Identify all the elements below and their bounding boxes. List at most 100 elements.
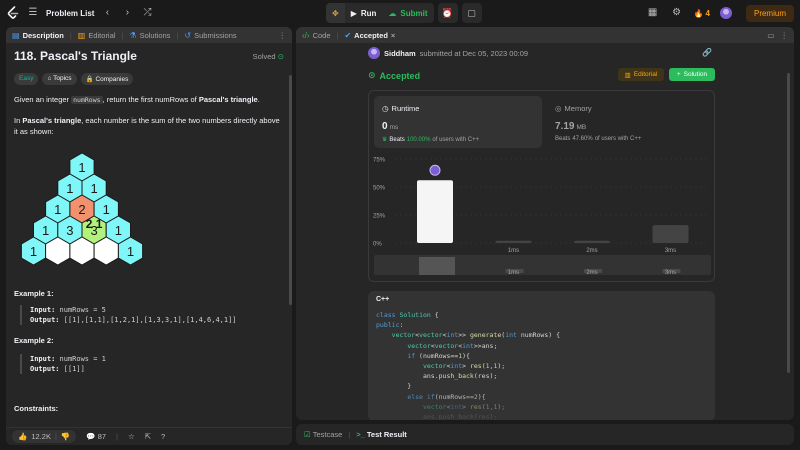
chart-bar[interactable] bbox=[574, 240, 610, 243]
like-dislike-group: 👍 12.2K | 👎 bbox=[12, 430, 77, 443]
example-1-title: Example 1: bbox=[14, 289, 54, 298]
tab-submissions[interactable]: ↺ Submissions bbox=[184, 27, 236, 43]
next-problem-icon[interactable]: › bbox=[120, 6, 134, 20]
memory-value: 7.19 MB bbox=[555, 121, 587, 132]
code-line: vector<vector<int>> generate(int numRows… bbox=[391, 331, 560, 340]
post-solution-button[interactable]: + Solution bbox=[669, 68, 715, 81]
top-bar: ☰ Problem List ‹ › ⤮ ✥ ▶ Run ☁ Submit ⏰ ▢ … bbox=[0, 0, 800, 26]
chart-bar[interactable] bbox=[495, 240, 532, 243]
star-icon[interactable]: ☆ bbox=[128, 432, 135, 441]
run-submit-group: ✥ ▶ Run ☁ Submit bbox=[326, 3, 434, 23]
problem-list-link[interactable]: Problem List bbox=[46, 9, 94, 18]
tab-accepted[interactable]: ✔ Accepted × bbox=[344, 27, 395, 43]
lock-icon: 🔒 bbox=[85, 76, 94, 83]
notes-button[interactable]: ▢ bbox=[461, 3, 482, 23]
history-icon: ↺ bbox=[184, 30, 192, 40]
pascal-triangle-illustration: 11 11 2 11 3 3 11 12 1 bbox=[20, 152, 144, 266]
tab-description[interactable]: ▤ Description bbox=[12, 27, 64, 43]
panel-menu-icon[interactable]: ⋮ bbox=[279, 31, 287, 40]
problem-list-icon[interactable]: ☰ bbox=[26, 6, 40, 20]
comment-icon: 💬 bbox=[86, 432, 96, 441]
submission-header: Siddham submitted at Dec 05, 2023 00:09 bbox=[368, 47, 528, 59]
chart-bar[interactable] bbox=[652, 225, 689, 243]
tab-solutions[interactable]: ⚗ Solutions bbox=[129, 27, 170, 43]
check-circle-icon: ⊙ bbox=[277, 52, 284, 61]
left-scrollbar[interactable] bbox=[289, 75, 292, 305]
streak-counter[interactable]: 🔥 4 bbox=[694, 9, 710, 18]
example-2-block: Input: numRows = 1 Output: [[1]] bbox=[20, 354, 106, 374]
companies-tag[interactable]: 🔒 Companies bbox=[80, 73, 134, 85]
triangle-value: 1 bbox=[42, 223, 49, 238]
terminal-icon: >_ bbox=[356, 430, 365, 439]
right-scrollbar[interactable] bbox=[787, 73, 790, 373]
settings-gear-icon[interactable]: ⚙ bbox=[670, 6, 684, 20]
document-icon: ▤ bbox=[12, 30, 20, 40]
shuffle-icon[interactable]: ⤮ bbox=[140, 6, 154, 20]
x-tick-label: 3ms bbox=[665, 248, 676, 254]
help-icon[interactable]: ? bbox=[161, 432, 165, 441]
run-button[interactable]: ▶ Run bbox=[345, 3, 383, 23]
checkbox-icon: ☑ bbox=[304, 430, 311, 439]
triangle-value: 2 bbox=[78, 202, 85, 217]
code-line: vector<int> res(1,1); bbox=[422, 362, 506, 371]
triangle-overlay-value: 2 bbox=[86, 217, 93, 231]
panel-expand-icon[interactable]: ▭ bbox=[767, 31, 774, 40]
thumbs-up-icon[interactable]: 👍 bbox=[18, 432, 27, 441]
premium-button[interactable]: Premium bbox=[745, 4, 794, 22]
timer-button[interactable]: ⏰ bbox=[437, 3, 458, 23]
close-icon[interactable]: × bbox=[391, 31, 395, 40]
tab-code[interactable]: ‹/› Code bbox=[302, 27, 331, 43]
example-2-title: Example 2: bbox=[14, 336, 54, 345]
runtime-beats: ♛ Beats 100.00% of users with C++ bbox=[382, 136, 480, 144]
tab-testcase[interactable]: ☑ Testcase bbox=[304, 430, 342, 439]
runtime-distribution-chart[interactable]: 75% 50% 25% 0% 1ms 2ms 3ms 1ms 2ms 3ms bbox=[369, 151, 716, 283]
tab-test-result[interactable]: >_ Test Result bbox=[356, 430, 407, 439]
my-submission-marker[interactable] bbox=[429, 164, 441, 176]
example-1-block: Input: numRows = 5 Output: [[1],[1,1],[1… bbox=[20, 305, 237, 325]
note-icon: ▢ bbox=[467, 7, 476, 18]
chart-bar[interactable] bbox=[417, 180, 453, 243]
overview-label: 2ms bbox=[586, 270, 597, 276]
link-icon[interactable]: 🔗 bbox=[702, 48, 712, 57]
prev-problem-icon[interactable]: ‹ bbox=[100, 6, 114, 20]
submitter-name[interactable]: Siddham bbox=[384, 49, 416, 58]
leetcode-logo[interactable] bbox=[6, 6, 20, 20]
constraints-title: Constraints: bbox=[14, 404, 59, 413]
y-tick-label: 0% bbox=[373, 242, 382, 248]
left-panel-tabs: ▤ Description | ▥ Editorial | ⚗ Solutions |… bbox=[6, 27, 292, 43]
panel-menu-icon[interactable]: ⋮ bbox=[781, 31, 789, 40]
triangle-value: 1 bbox=[66, 181, 73, 196]
play-icon: ▶ bbox=[350, 8, 357, 18]
triangle-value: 1 bbox=[54, 202, 61, 217]
debug-button[interactable]: ✥ bbox=[326, 3, 345, 23]
share-icon[interactable]: ⇱ bbox=[145, 432, 151, 441]
right-panel-tabs: ‹/› Code | ✔ Accepted × ▭ ⋮ bbox=[296, 27, 794, 43]
runtime-card[interactable]: ◷ Runtime 0 ms ♛ Beats 100.00% of users with … bbox=[374, 96, 542, 148]
book-icon: ▥ bbox=[624, 71, 631, 79]
submitter-avatar bbox=[368, 47, 380, 59]
submit-button[interactable]: ☁ Submit bbox=[382, 3, 433, 23]
editorial-button[interactable]: ▥ Editorial bbox=[618, 68, 664, 81]
fire-icon: 🔥 bbox=[693, 8, 704, 18]
code-line: if (numRows==1){ bbox=[407, 351, 470, 360]
comments-button[interactable]: 💬 87 bbox=[86, 432, 106, 441]
difficulty-badge[interactable]: Easy bbox=[14, 73, 39, 85]
memory-card[interactable]: ◎ Memory 7.19 MB Beats 47.60% of users with … bbox=[547, 96, 707, 148]
code-line: ans.push_back(res); bbox=[376, 372, 498, 381]
description-panel: ▤ Description | ▥ Editorial | ⚗ Solutions |… bbox=[6, 27, 292, 445]
overview-label: 1ms bbox=[508, 270, 519, 276]
tag-icon: ⌂ bbox=[47, 75, 52, 82]
memory-beats: Beats 47.60% of users with C++ bbox=[555, 136, 642, 142]
overview-selection[interactable] bbox=[419, 257, 455, 275]
book-icon: ▥ bbox=[77, 30, 86, 40]
thumbs-down-icon[interactable]: 👎 bbox=[61, 432, 70, 441]
tab-editorial[interactable]: ▥ Editorial bbox=[78, 27, 116, 43]
topics-tag[interactable]: ⌂ Topics bbox=[42, 73, 77, 85]
triangle-value: 3 bbox=[66, 223, 73, 238]
user-avatar[interactable] bbox=[719, 7, 732, 19]
y-tick-label: 25% bbox=[373, 214, 386, 220]
code-icon: ‹/› bbox=[302, 30, 310, 40]
x-tick-label: 1ms bbox=[508, 248, 519, 254]
layout-icon[interactable]: ▦ bbox=[646, 6, 660, 20]
triangle-value: 1 bbox=[78, 160, 85, 175]
